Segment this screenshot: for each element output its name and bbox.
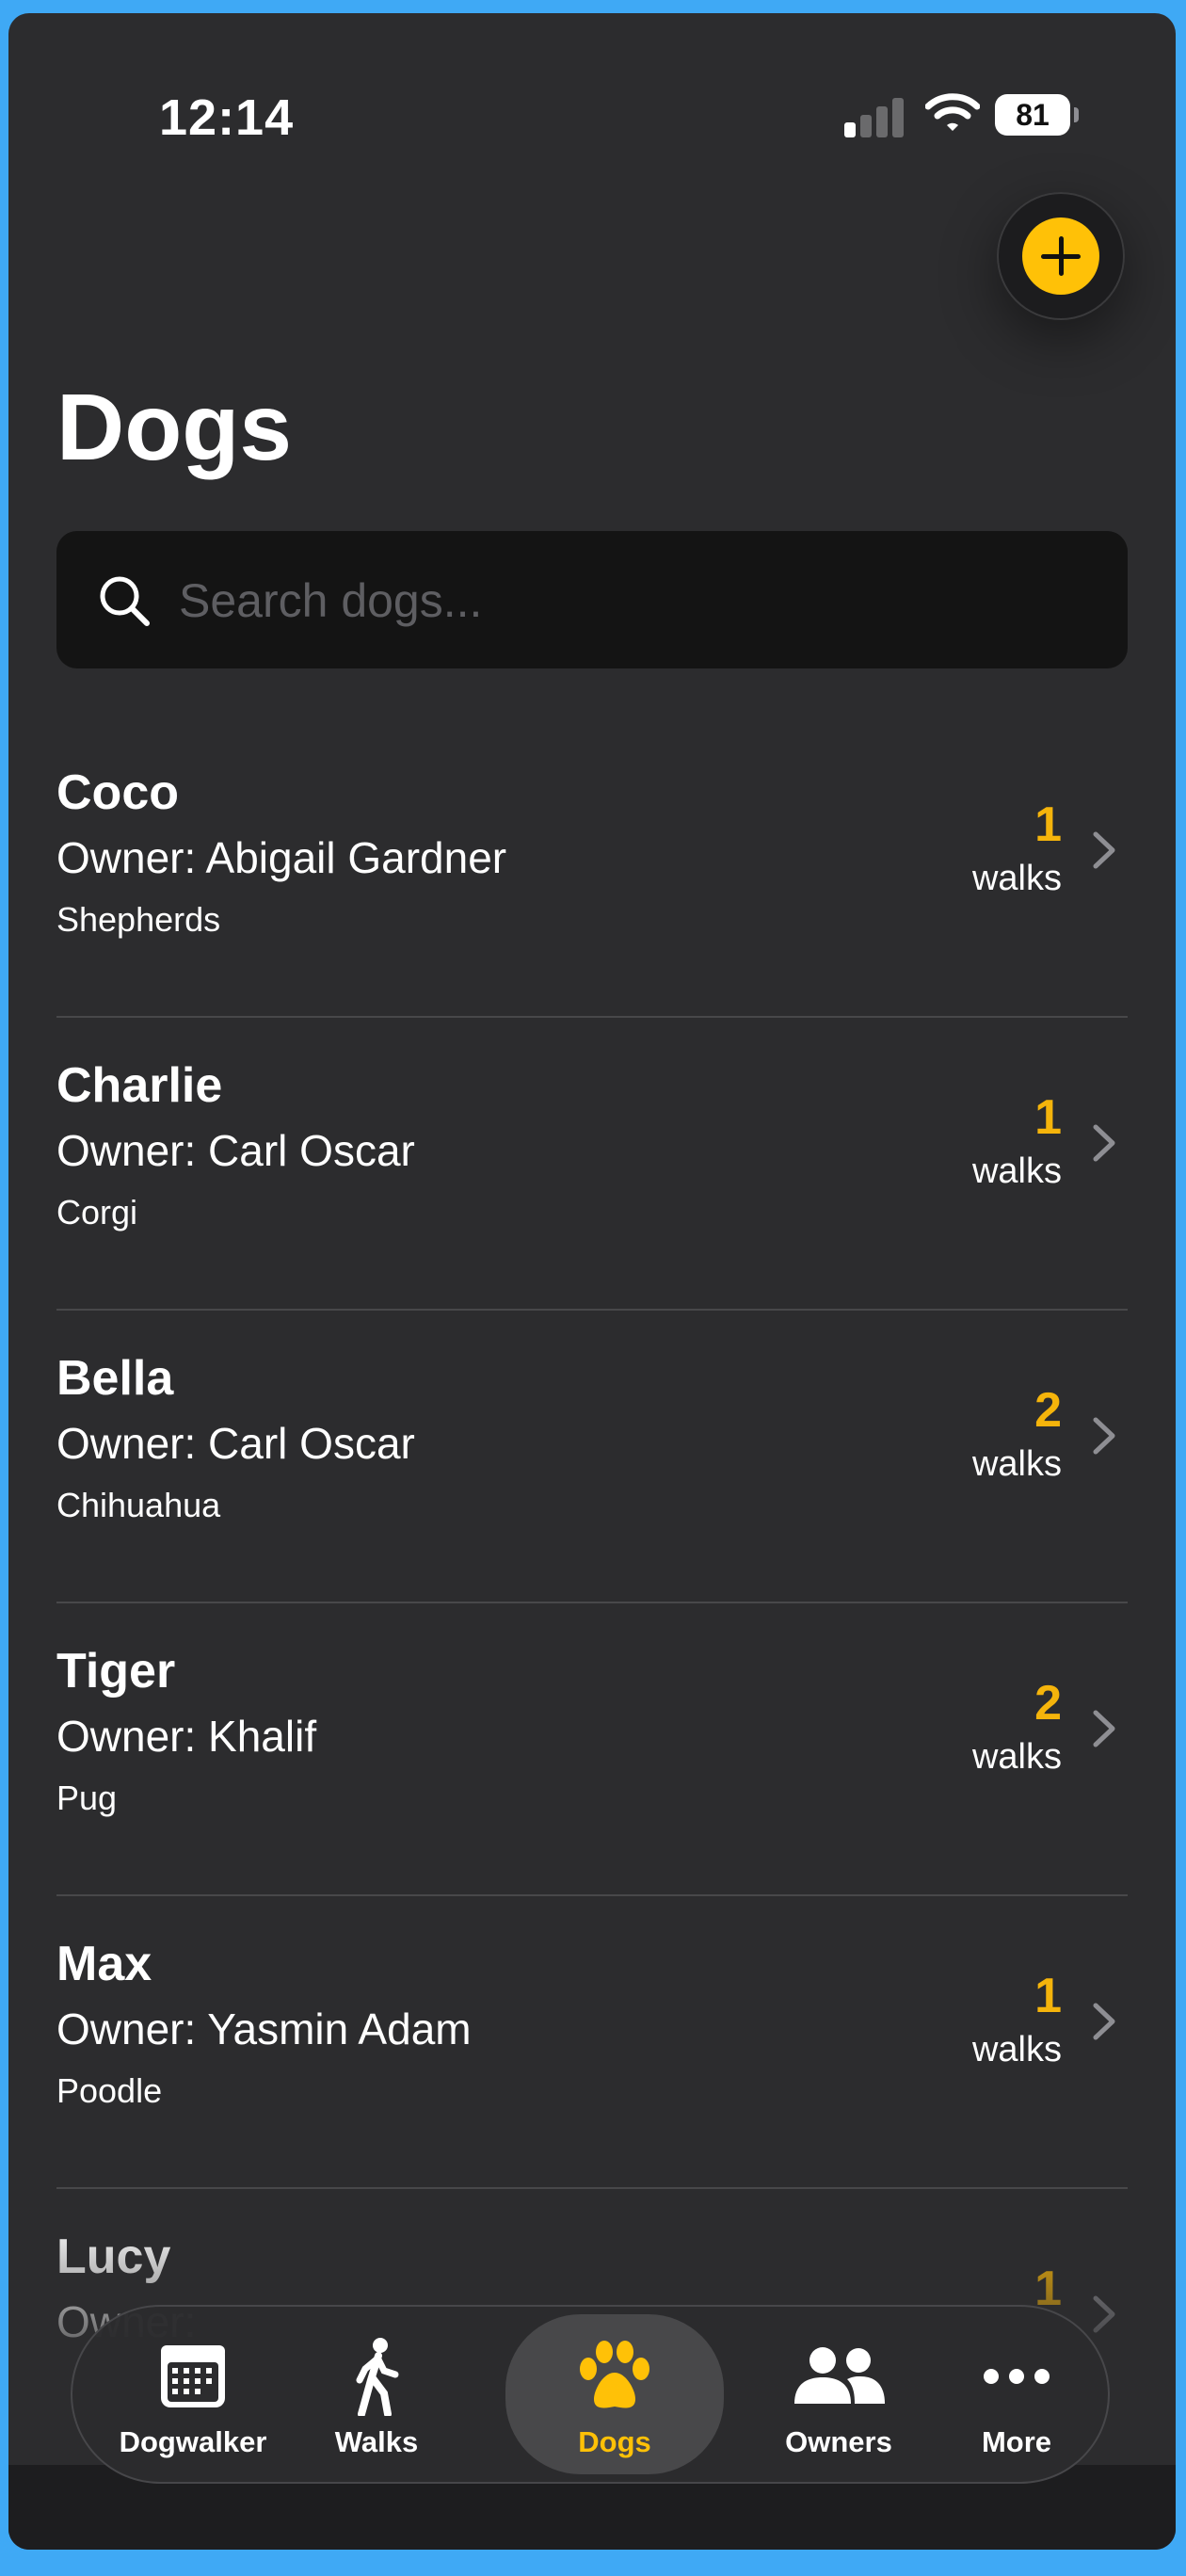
- list-item[interactable]: Coco Owner: Abigail Gardner Shepherds 1 …: [56, 725, 1128, 1018]
- list-item[interactable]: Charlie Owner: Carl Oscar Corgi 1 walks: [56, 1018, 1128, 1311]
- cellular-signal-icon: [844, 96, 905, 137]
- tab-more[interactable]: More: [946, 2305, 1087, 2484]
- page-title: Dogs: [56, 375, 292, 480]
- walk-count: 2: [1034, 1676, 1062, 1731]
- tab-label: Owners: [785, 2425, 892, 2458]
- walking-person-icon: [356, 2338, 399, 2416]
- dog-name: Lucy: [56, 2230, 171, 2284]
- search-icon: [100, 576, 150, 626]
- dog-name: Coco: [56, 765, 179, 820]
- app-screen: 12:14 81 Dogs Coco Owner: Abigail Gardne…: [8, 13, 1176, 2550]
- dog-breed: Pug: [56, 1779, 118, 1817]
- chevron-right-icon: [1093, 1417, 1115, 1455]
- status-time: 12:14: [159, 89, 295, 146]
- wifi-icon: [925, 93, 980, 131]
- dog-breed: Chihuahua: [56, 1486, 221, 1524]
- search-bar[interactable]: [56, 531, 1128, 668]
- dog-name: Bella: [56, 1351, 174, 1406]
- people-icon: [794, 2347, 885, 2404]
- chevron-right-icon: [1093, 2295, 1115, 2333]
- dog-name: Max: [56, 1937, 152, 1991]
- plus-icon: [1022, 217, 1099, 295]
- chevron-right-icon: [1093, 831, 1115, 869]
- walk-label: walks: [971, 1151, 1062, 1191]
- walk-count: 2: [1034, 1383, 1062, 1438]
- tab-bar: Dogwalker Walks Dogs Owners More: [71, 2305, 1110, 2484]
- list-item[interactable]: Bella Owner: Carl Oscar Chihuahua 2 walk…: [56, 1311, 1128, 1603]
- add-dog-button[interactable]: [997, 192, 1125, 320]
- dog-name: Charlie: [56, 1058, 223, 1113]
- chevron-right-icon: [1093, 2003, 1115, 2040]
- paw-icon: [580, 2341, 649, 2408]
- tab-owners[interactable]: Owners: [746, 2305, 931, 2484]
- tab-label: Dogwalker: [119, 2425, 267, 2458]
- tab-dogs[interactable]: Dogs: [505, 2314, 724, 2474]
- walk-count: 1: [1034, 1090, 1062, 1145]
- list-item[interactable]: Tiger Owner: Khalif Pug 2 walks: [56, 1603, 1128, 1896]
- dog-breed: Poodle: [56, 2071, 163, 2110]
- dog-breed: Corgi: [56, 1193, 138, 1232]
- battery-icon: 81: [995, 94, 1079, 136]
- chevron-right-icon: [1093, 1710, 1115, 1747]
- chevron-right-icon: [1093, 1124, 1115, 1162]
- tab-label: More: [981, 2425, 1052, 2458]
- walk-label: walks: [971, 1737, 1062, 1777]
- dog-owner: Owner: Carl Oscar: [56, 1126, 415, 1175]
- status-bar: 12:14 81: [8, 13, 1176, 201]
- search-input[interactable]: [177, 567, 1084, 635]
- walk-label: walks: [971, 859, 1062, 898]
- tab-dogwalker[interactable]: Dogwalker: [108, 2305, 278, 2484]
- list-item[interactable]: Max Owner: Yasmin Adam Poodle 1 walks: [56, 1896, 1128, 2189]
- dog-owner: Owner: Yasmin Adam: [56, 2004, 472, 2053]
- dog-owner: Owner: Khalif: [56, 1712, 317, 1761]
- dog-list: Coco Owner: Abigail Gardner Shepherds 1 …: [56, 725, 1128, 2482]
- ellipsis-icon: [984, 2369, 1050, 2384]
- calendar-icon: [161, 2345, 225, 2407]
- walk-count: 1: [1034, 797, 1062, 852]
- dog-breed: Shepherds: [56, 900, 221, 939]
- tab-label: Walks: [334, 2425, 419, 2458]
- tab-walks[interactable]: Walks: [306, 2305, 447, 2484]
- dog-owner: Owner: Abigail Gardner: [56, 833, 507, 882]
- walk-label: walks: [971, 2030, 1062, 2069]
- dog-owner: Owner: Carl Oscar: [56, 1419, 415, 1468]
- walk-label: walks: [971, 1444, 1062, 1484]
- dog-name: Tiger: [56, 1644, 176, 1699]
- walk-count: 1: [1034, 1969, 1062, 2023]
- tab-label: Dogs: [578, 2425, 651, 2458]
